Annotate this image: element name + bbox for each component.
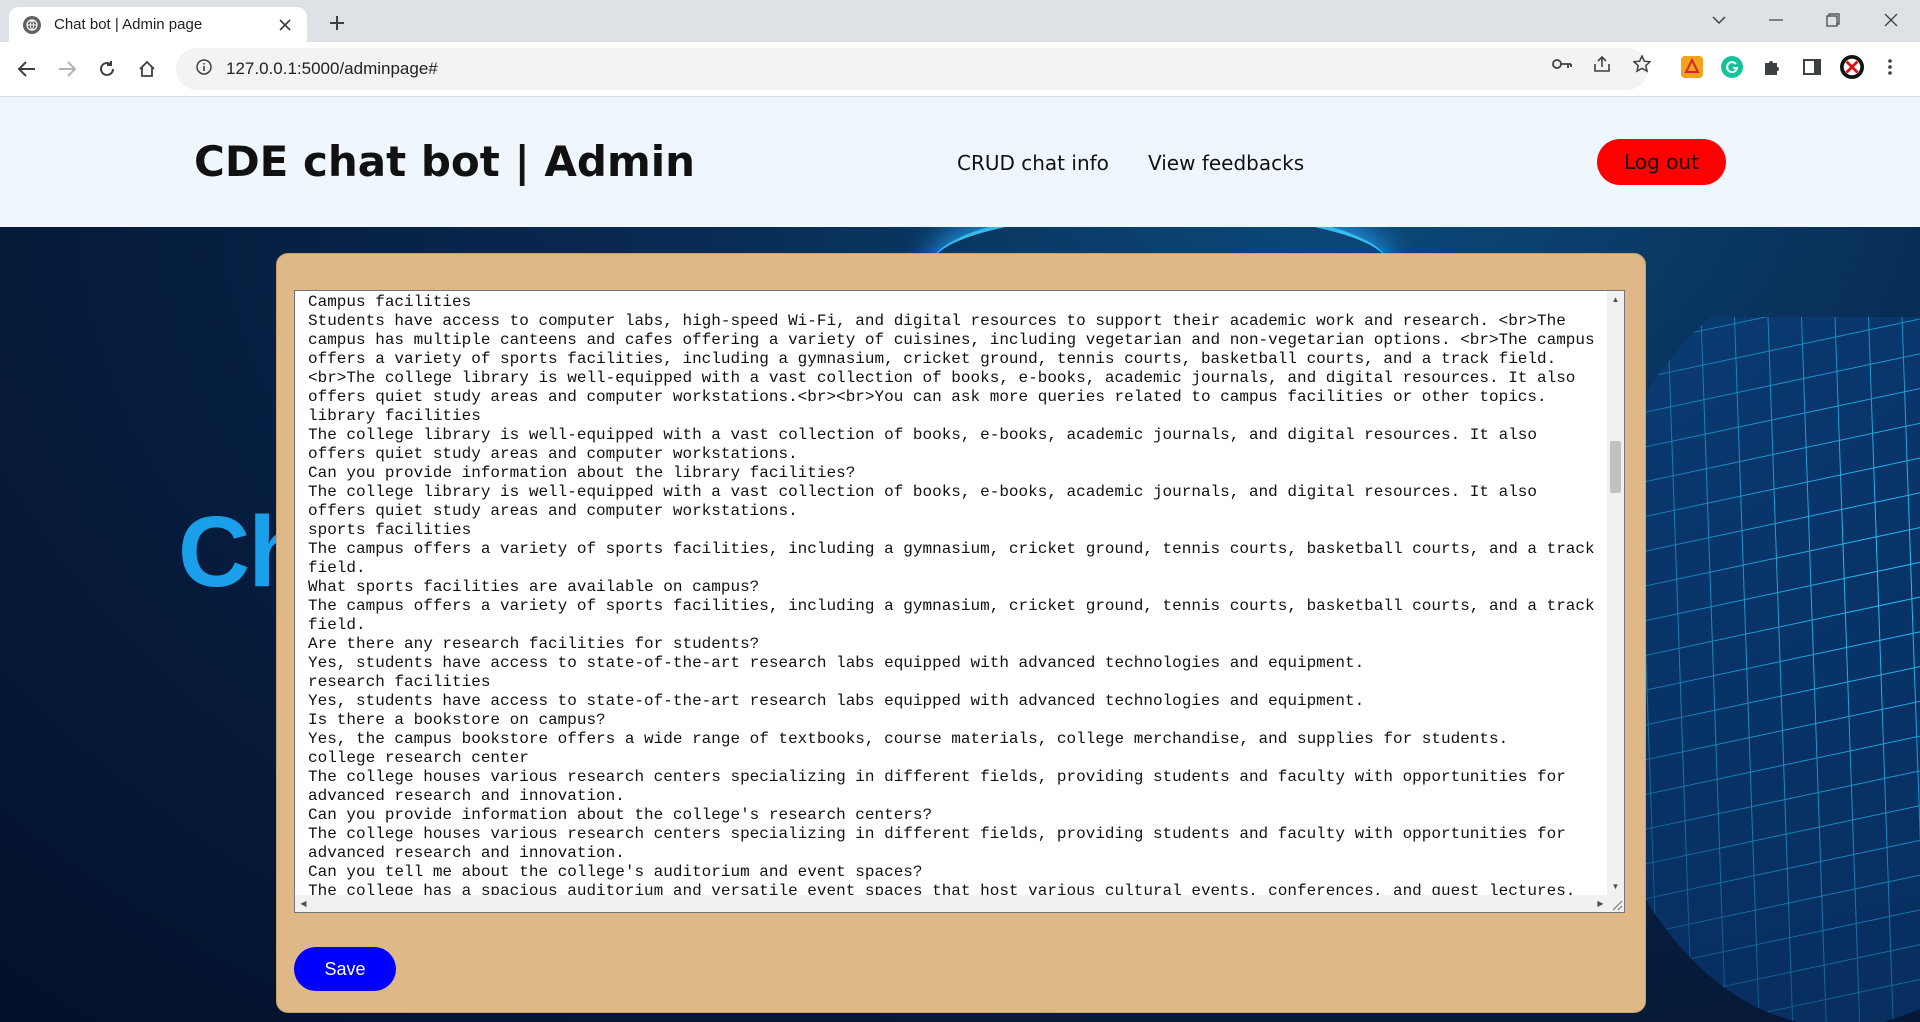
- info-circle-icon[interactable]: [196, 58, 212, 80]
- site-header: CDE chat bot | Admin CRUD chat info View…: [0, 97, 1920, 227]
- vertical-scrollbar[interactable]: ▲ ▼: [1607, 291, 1624, 895]
- save-button[interactable]: Save: [294, 947, 396, 991]
- url-text: 127.0.0.1:5000/adminpage#: [226, 59, 438, 78]
- share-icon[interactable]: [1590, 52, 1614, 76]
- home-icon[interactable]: [132, 54, 162, 84]
- logout-button[interactable]: Log out: [1597, 139, 1726, 185]
- tab-search-icon[interactable]: [1690, 0, 1748, 40]
- close-tab-icon[interactable]: [277, 17, 293, 33]
- puzzle-icon[interactable]: [1760, 55, 1784, 79]
- nav-view-feedbacks[interactable]: View feedbacks: [1148, 151, 1304, 175]
- scroll-up-icon[interactable]: ▲: [1607, 291, 1624, 308]
- grammarly-icon[interactable]: [1720, 55, 1744, 79]
- tab-title: Chat bot | Admin page: [54, 16, 203, 33]
- textarea-content: Campus facilities Students have access t…: [308, 293, 1595, 900]
- tab-strip: Chat bot | Admin page: [0, 0, 1920, 42]
- chat-info-textarea[interactable]: Campus facilities Students have access t…: [294, 290, 1625, 913]
- minimize-button[interactable]: [1747, 0, 1805, 40]
- profile-avatar[interactable]: [1840, 55, 1864, 79]
- background-mesh-graphic: [1600, 317, 1920, 1022]
- restore-button[interactable]: [1804, 0, 1862, 40]
- extension-pdf-icon[interactable]: [1680, 55, 1704, 79]
- back-icon[interactable]: [12, 54, 42, 84]
- page-viewport: Ch CDE chat bot | Admin CRUD chat info V…: [0, 97, 1920, 1022]
- key-icon[interactable]: [1550, 52, 1574, 76]
- scroll-down-icon[interactable]: ▼: [1607, 878, 1624, 895]
- address-bar[interactable]: 127.0.0.1:5000/adminpage#: [176, 48, 1648, 90]
- horizontal-scrollbar[interactable]: ◀ ▶: [295, 895, 1609, 912]
- side-panel-icon[interactable]: [1800, 55, 1824, 79]
- nav-crud-chat-info[interactable]: CRUD chat info: [957, 151, 1109, 175]
- browser-toolbar: 127.0.0.1:5000/adminpage#: [0, 42, 1920, 97]
- star-icon[interactable]: [1630, 52, 1654, 76]
- browser-tab[interactable]: Chat bot | Admin page: [9, 7, 307, 42]
- forward-icon[interactable]: [52, 54, 82, 84]
- close-window-button[interactable]: [1862, 0, 1920, 40]
- kebab-menu-icon[interactable]: [1878, 55, 1902, 79]
- reload-icon[interactable]: [92, 54, 122, 84]
- new-tab-button[interactable]: [322, 8, 352, 38]
- resize-handle-icon[interactable]: [1607, 895, 1624, 912]
- site-title: CDE chat bot | Admin: [194, 137, 696, 186]
- edit-panel: Campus facilities Students have access t…: [276, 253, 1646, 1013]
- scrollbar-thumb[interactable]: [1610, 441, 1621, 493]
- globe-icon: [23, 15, 41, 34]
- scroll-left-icon[interactable]: ◀: [295, 895, 312, 912]
